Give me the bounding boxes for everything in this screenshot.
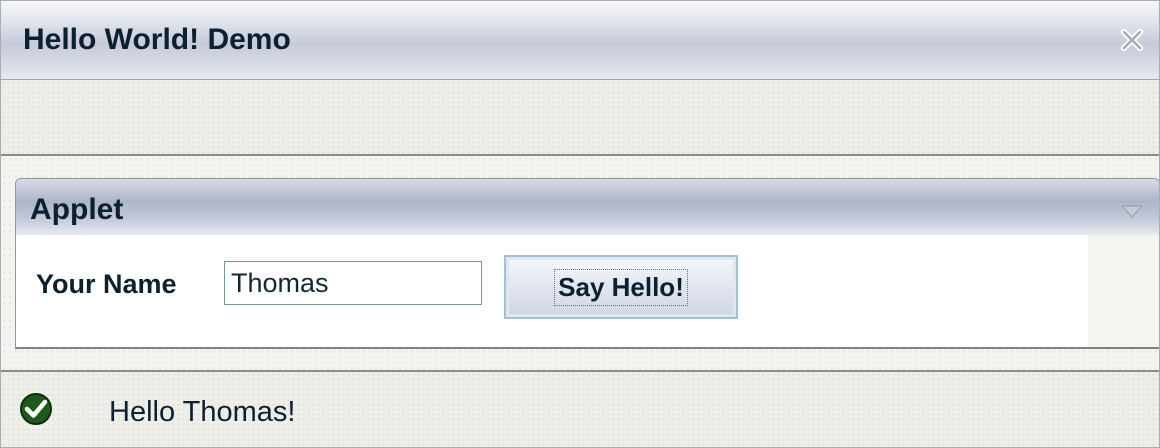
applet-title: Applet <box>30 193 124 226</box>
close-icon[interactable] <box>1119 27 1145 53</box>
name-input[interactable] <box>224 261 482 305</box>
your-name-label: Your Name <box>36 269 177 299</box>
status-bar: Hello Thomas! <box>1 370 1159 447</box>
applet-body: Your Name Say Hello! <box>16 235 1088 347</box>
check-icon <box>20 393 52 425</box>
toolbar-area <box>1 80 1159 156</box>
triangle-down-icon[interactable] <box>1121 205 1143 219</box>
say-hello-label: Say Hello! <box>554 268 688 306</box>
say-hello-button[interactable]: Say Hello! <box>504 255 738 319</box>
demo-window: Hello World! Demo Applet Your Name Say H… <box>0 0 1160 448</box>
title-bar: Hello World! Demo <box>1 1 1159 80</box>
window-title: Hello World! Demo <box>23 23 291 56</box>
applet-panel: Applet Your Name Say Hello! <box>15 178 1159 349</box>
applet-header[interactable]: Applet <box>16 179 1159 235</box>
status-message: Hello Thomas! <box>109 396 296 428</box>
content-area: Applet Your Name Say Hello! <box>1 156 1159 370</box>
